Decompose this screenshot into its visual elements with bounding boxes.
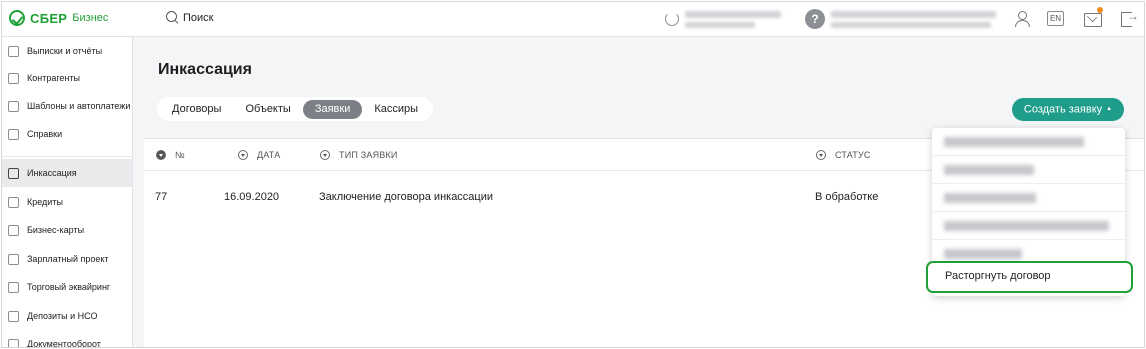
sidebar-item-statements[interactable]: Выписки и отчёты (2, 37, 132, 65)
caret-up-icon: ▲ (1106, 106, 1113, 112)
collection-icon (8, 167, 19, 179)
language-switch[interactable]: EN (1047, 11, 1064, 26)
sidebar-item-label: Бизнес-карты (27, 225, 85, 235)
search-field[interactable]: Поиск (166, 11, 213, 24)
create-request-button[interactable]: Создать заявку ▲ (1012, 98, 1124, 121)
sidebar-item-acquiring[interactable]: Торговый эквайринг (2, 273, 132, 301)
column-header-date[interactable]: ДАТА (238, 150, 280, 160)
sidebar-item-label: Справки (27, 129, 63, 139)
template-icon (8, 100, 19, 112)
logo[interactable]: СБЕР Бизнес (9, 10, 108, 26)
organization-name-blurred (831, 22, 991, 28)
menu-item[interactable] (932, 128, 1125, 156)
sort-icon (238, 150, 248, 160)
tab-contracts[interactable]: Договоры (160, 100, 233, 119)
tab-objects[interactable]: Объекты (233, 100, 302, 119)
sidebar-item-credits[interactable]: Кредиты (2, 188, 132, 216)
menu-item-blurred-text (944, 165, 1034, 175)
column-header-status[interactable]: СТАТУС (816, 150, 871, 160)
sidebar-divider (2, 156, 132, 157)
search-icon (166, 11, 179, 24)
column-header-label: ТИП ЗАЯВКИ (339, 150, 398, 160)
app-window: СБЕР Бизнес Поиск ? EN Выписки и отчёты … (1, 1, 1145, 348)
card-icon (8, 224, 19, 236)
logo-text: СБЕР (30, 10, 68, 26)
sidebar-item-label: Зарплатный проект (27, 254, 109, 264)
contacts-icon (8, 72, 19, 84)
cart-icon (8, 281, 19, 293)
deposit-icon (8, 310, 19, 322)
column-header-number[interactable]: № (156, 150, 185, 160)
cell-number[interactable]: 77 (155, 191, 167, 203)
user-name-blurred (831, 11, 996, 18)
credit-icon (8, 196, 19, 208)
column-header-label: ДАТА (257, 150, 281, 160)
user-icon[interactable] (1013, 11, 1031, 27)
tab-bar: Договоры Объекты Заявки Кассиры (157, 97, 434, 121)
certificate-icon (8, 128, 19, 140)
sidebar-item-salary-project[interactable]: Зарплатный проект (2, 245, 132, 273)
sort-icon (156, 150, 166, 160)
menu-item-blurred-text (944, 193, 1036, 203)
report-icon (8, 45, 19, 57)
sidebar-item-label: Шаблоны и автоплатежи (27, 101, 131, 111)
sidebar-item-label: Депозиты и НСО (27, 311, 98, 321)
sidebar-item-certificates[interactable]: Справки (2, 120, 132, 148)
sidebar-item-label: Документооборот (27, 339, 101, 348)
sidebar-item-counterparties[interactable]: Контрагенты (2, 64, 132, 92)
sidebar-item-label: Торговый эквайринг (27, 282, 111, 292)
sort-icon (320, 150, 330, 160)
page-title: Инкассация (158, 61, 252, 78)
tab-cashiers[interactable]: Кассиры (362, 100, 430, 119)
organization-avatar[interactable]: ? (805, 9, 825, 29)
salary-icon (8, 253, 19, 265)
menu-item-blurred-text (944, 137, 1084, 147)
menu-item[interactable] (932, 212, 1125, 240)
sidebar-item-label: Выписки и отчёты (27, 46, 103, 56)
menu-item-blurred-text (944, 221, 1109, 231)
sidebar: Выписки и отчёты Контрагенты Шаблоны и а… (2, 37, 133, 348)
sidebar-item-templates[interactable]: Шаблоны и автоплатежи (2, 92, 132, 120)
sidebar-item-document-flow[interactable]: Документооборот (2, 330, 132, 348)
document-icon (8, 338, 19, 347)
notification-dot (1097, 7, 1103, 13)
account-info-blurred (685, 11, 781, 18)
cell-status[interactable]: В обработке (815, 191, 878, 203)
logout-icon[interactable] (1120, 9, 1139, 27)
sidebar-item-label: Кредиты (27, 197, 63, 207)
account-balance-blurred (685, 22, 755, 28)
sort-icon (816, 150, 826, 160)
mail-icon[interactable] (1083, 11, 1102, 27)
create-request-label: Создать заявку (1023, 103, 1103, 116)
cell-date[interactable]: 16.09.2020 (224, 191, 279, 203)
column-header-label: № (175, 150, 185, 160)
menu-item-terminate-contract-label: Расторгнуть договор (945, 270, 1051, 282)
search-label: Поиск (183, 11, 214, 24)
sidebar-item-label: Инкассация (27, 168, 77, 178)
column-header-label: СТАТУС (835, 150, 871, 160)
logo-subtitle: Бизнес (72, 12, 109, 24)
sidebar-item-collection[interactable]: Инкассация (2, 159, 132, 187)
column-header-type[interactable]: ТИП ЗАЯВКИ (320, 150, 398, 160)
cell-type[interactable]: Заключение договора инкассации (319, 191, 493, 203)
menu-item[interactable] (932, 156, 1125, 184)
sidebar-item-deposits[interactable]: Депозиты и НСО (2, 302, 132, 330)
tab-requests[interactable]: Заявки (302, 99, 363, 119)
refresh-icon[interactable] (665, 12, 679, 26)
sidebar-item-business-cards[interactable]: Бизнес-карты (2, 216, 132, 244)
top-bar: СБЕР Бизнес Поиск ? EN (2, 2, 1144, 37)
sber-logo-icon (9, 10, 25, 26)
menu-item[interactable] (932, 184, 1125, 212)
sidebar-item-label: Контрагенты (27, 73, 81, 83)
menu-item-blurred-text (944, 249, 1022, 259)
